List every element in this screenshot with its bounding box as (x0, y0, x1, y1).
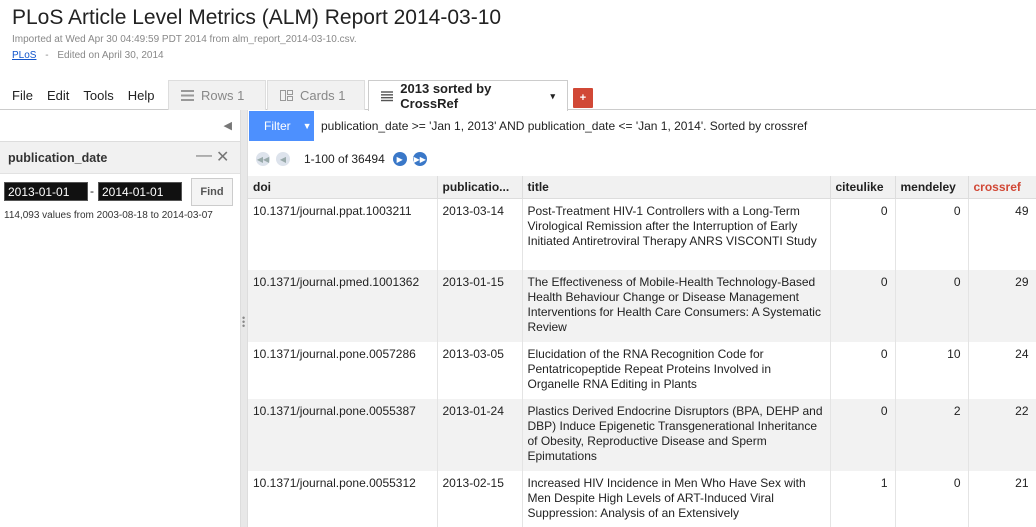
date-from-input[interactable] (4, 182, 88, 201)
minimize-icon[interactable]: — (196, 147, 212, 165)
cell-mendeley: 10 (895, 342, 969, 399)
cell-title: Post-Treatment HIV-1 Controllers with a … (522, 198, 831, 270)
menu-tools[interactable]: Tools (83, 88, 113, 103)
cell-date: 2013-03-05 (437, 342, 523, 399)
menubar: File Edit Tools Help Rows 1 Cards 1 2013… (0, 80, 1036, 111)
filter-button[interactable]: Filter ▼ (249, 111, 314, 141)
collapse-sidebar-icon[interactable]: ◀ (224, 119, 232, 132)
find-button[interactable]: Find (191, 178, 233, 206)
cell-crossref: 22 (968, 399, 1036, 471)
table-row[interactable]: 10.1371/journal.pone.0055312 2013-02-15 … (248, 471, 1036, 527)
column-header-doi[interactable]: doi (248, 176, 438, 199)
cell-title: Increased HIV Incidence in Men Who Have … (522, 471, 831, 527)
pager: ◀◀ ◀ 1-100 of 36494 ▶ ▶▶ (256, 151, 433, 167)
cell-doi: 10.1371/journal.pone.0057286 (248, 342, 438, 399)
page-title: PLoS Article Level Metrics (ALM) Report … (12, 6, 502, 29)
table-row[interactable]: 10.1371/journal.ppat.1003211 2013-03-14 … (248, 198, 1036, 270)
tab-active-view[interactable]: 2013 sorted by CrossRef ▾ (368, 80, 568, 111)
add-tab-button[interactable]: + (573, 88, 593, 108)
column-header-crossref[interactable]: crossref (968, 176, 1036, 199)
table-row[interactable]: 10.1371/journal.pone.0055387 2013-01-24 … (248, 399, 1036, 471)
cell-date: 2013-01-24 (437, 399, 523, 471)
cell-doi: 10.1371/journal.ppat.1003211 (248, 198, 438, 270)
filter-button-label: Filter (264, 119, 291, 133)
cell-crossref: 29 (968, 270, 1036, 342)
cell-crossref: 21 (968, 471, 1036, 527)
page-header: PLoS Article Level Metrics (ALM) Report … (0, 0, 1036, 80)
menu-edit[interactable]: Edit (47, 88, 69, 103)
chevron-down-icon: ▼ (302, 121, 312, 131)
rows-icon (381, 90, 394, 101)
close-icon[interactable]: ✕ (216, 147, 229, 167)
owner-separator: - (45, 50, 49, 61)
import-info: Imported at Wed Apr 30 04:49:59 PDT 2014… (12, 34, 357, 45)
menu-file[interactable]: File (12, 88, 33, 103)
pager-range: 1-100 of 36494 (304, 152, 385, 166)
cell-crossref: 49 (968, 198, 1036, 270)
edited-info: Edited on April 30, 2014 (57, 50, 164, 61)
filter-expression: publication_date >= 'Jan 1, 2013' AND pu… (321, 119, 808, 133)
rows-icon (181, 90, 194, 101)
prev-page-icon[interactable]: ◀ (276, 152, 290, 166)
tab-rows[interactable]: Rows 1 (168, 80, 266, 110)
cell-date: 2013-01-15 (437, 270, 523, 342)
date-range-row: - Find (0, 174, 240, 210)
table-row[interactable]: 10.1371/journal.pone.0057286 2013-03-05 … (248, 342, 1036, 399)
cell-date: 2013-03-14 (437, 198, 523, 270)
menu-help[interactable]: Help (128, 88, 155, 103)
cell-doi: 10.1371/journal.pmed.1001362 (248, 270, 438, 342)
column-header-publication-date[interactable]: publicatio... (437, 176, 523, 199)
cell-mendeley: 0 (895, 270, 969, 342)
column-header-citeulike[interactable]: citeulike (830, 176, 896, 199)
menu: File Edit Tools Help (12, 88, 168, 103)
tab-rows-label: Rows 1 (201, 88, 245, 103)
cell-citeulike: 0 (830, 342, 896, 399)
tab-cards[interactable]: Cards 1 (267, 80, 365, 110)
facet-title: publication_date (8, 151, 108, 165)
table-row[interactable]: 10.1371/journal.pmed.1001362 2013-01-15 … (248, 270, 1036, 342)
cell-citeulike: 1 (830, 471, 896, 527)
values-summary: 114,093 values from 2003-08-18 to 2014-0… (4, 210, 213, 221)
cell-date: 2013-02-15 (437, 471, 523, 527)
data-table: doi publicatio... title citeulike mendel… (248, 176, 1036, 527)
next-page-icon[interactable]: ▶ (392, 152, 407, 166)
owner-link[interactable]: PLoS (12, 50, 36, 61)
cell-citeulike: 0 (830, 198, 896, 270)
column-header-mendeley[interactable]: mendeley (895, 176, 969, 199)
date-to-input[interactable] (98, 182, 182, 201)
cell-crossref: 24 (968, 342, 1036, 399)
chevron-down-icon[interactable]: ▾ (550, 91, 555, 102)
range-separator: - (90, 184, 94, 198)
cell-title: The Effectiveness of Mobile-Health Techn… (522, 270, 831, 342)
facet-sidebar: ◀ publication_date — ✕ - Find 114,093 va… (0, 110, 240, 527)
cell-mendeley: 0 (895, 198, 969, 270)
cell-citeulike: 0 (830, 399, 896, 471)
tab-active-label: 2013 sorted by CrossRef (400, 81, 492, 111)
column-header-title[interactable]: title (522, 176, 831, 199)
last-page-icon[interactable]: ▶▶ (412, 152, 427, 166)
owner-line: PLoS - Edited on April 30, 2014 (12, 50, 164, 61)
tab-cards-label: Cards 1 (300, 88, 346, 103)
cell-mendeley: 2 (895, 399, 969, 471)
cell-citeulike: 0 (830, 270, 896, 342)
drag-handle-icon[interactable]: • • • (242, 314, 245, 331)
cards-icon (280, 90, 293, 101)
main-panel: Filter ▼ publication_date >= 'Jan 1, 201… (248, 110, 1036, 527)
first-page-icon[interactable]: ◀◀ (256, 152, 270, 166)
cell-title: Plastics Derived Endocrine Disruptors (B… (522, 399, 831, 471)
table-header-row: doi publicatio... title citeulike mendel… (248, 176, 1036, 199)
facet-header: publication_date — ✕ (0, 142, 240, 174)
cell-mendeley: 0 (895, 471, 969, 527)
cell-doi: 10.1371/journal.pone.0055387 (248, 399, 438, 471)
sidebar-top: ◀ (0, 110, 240, 142)
cell-doi: 10.1371/journal.pone.0055312 (248, 471, 438, 527)
cell-title: Elucidation of the RNA Recognition Code … (522, 342, 831, 399)
